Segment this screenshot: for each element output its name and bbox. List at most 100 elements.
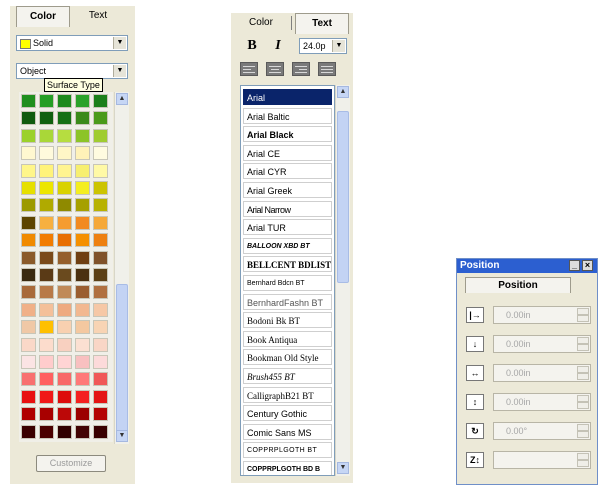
color-swatch[interactable] [39,94,54,108]
color-swatch[interactable] [57,94,72,108]
color-swatch[interactable] [93,268,108,282]
font-list-scrollbar[interactable]: ▲ ▼ [335,85,350,476]
color-swatch[interactable] [93,320,108,335]
color-swatch[interactable] [57,407,72,422]
font-list-item[interactable]: Arial [243,89,332,105]
font-list-item[interactable]: CalligraphB21 BT [243,386,332,403]
align-center-icon[interactable] [266,62,284,76]
color-swatch[interactable] [39,355,54,369]
font-list-item[interactable]: BernhardFashn BT [243,293,332,310]
spin-down-button[interactable] [577,373,589,380]
color-swatch[interactable] [39,337,54,352]
position-value-field[interactable]: 0.00in [493,335,591,353]
color-swatch[interactable] [21,268,36,282]
tab-color[interactable]: Color [16,6,70,27]
color-swatch[interactable] [75,372,90,387]
font-list-item[interactable]: Arial CYR [243,163,332,180]
font-list-item[interactable]: Bernhard Bdcn BT [243,275,332,291]
spin-up-button[interactable] [577,424,589,431]
width-icon[interactable]: ↔ [466,365,484,381]
color-swatch[interactable] [57,128,72,143]
minimize-icon[interactable]: _ [569,260,580,271]
color-swatch[interactable] [75,215,90,230]
italic-button[interactable]: I [271,38,285,54]
color-swatch[interactable] [39,181,54,195]
color-swatch[interactable] [21,146,36,161]
color-swatch[interactable] [39,233,54,248]
color-swatch[interactable] [39,389,54,404]
font-list-item[interactable]: Arial Greek [243,182,332,198]
align-right-icon[interactable] [292,62,310,76]
font-list-item[interactable]: Arial Baltic [243,107,332,124]
font-list-item[interactable]: Bodoni Bk BT [243,312,332,329]
font-list-item[interactable]: BELLCENT BDLIST B [243,256,332,273]
spin-down-button[interactable] [577,431,589,438]
color-swatch[interactable] [39,128,54,143]
font-list-item[interactable]: COPPRPLGOTH BT [243,442,332,459]
font-list-item[interactable]: Arial TUR [243,219,332,236]
customize-button[interactable]: Customize [36,455,106,472]
color-swatch[interactable] [93,111,108,126]
color-swatch[interactable] [93,198,108,213]
position-value-field[interactable]: 0.00in [493,393,591,411]
color-swatch[interactable] [39,285,54,300]
font-list-item[interactable]: Book Antiqua [243,330,332,347]
spin-up-button[interactable] [577,337,589,344]
font-list[interactable]: Arial Arial Baltic Arial Black Arial CE Aria… [240,85,335,476]
position-value-field[interactable]: 0.00° [493,422,591,440]
color-swatch[interactable] [75,146,90,161]
font-list-item[interactable]: Bookman Old Style [243,349,332,366]
color-swatch[interactable] [39,146,54,161]
scroll-thumb[interactable] [337,111,349,283]
color-swatch[interactable] [57,250,72,265]
color-swatch[interactable] [21,302,36,317]
align-justify-icon[interactable] [318,62,336,76]
color-swatch[interactable] [93,372,108,387]
scroll-down-button[interactable]: ▼ [116,430,128,442]
color-swatch[interactable] [21,111,36,126]
move-horizontal-icon[interactable]: |→ [466,307,484,323]
tab-color[interactable]: Color [235,13,287,33]
spin-up-button[interactable] [577,308,589,315]
color-swatch[interactable] [93,146,108,161]
color-swatch[interactable] [57,268,72,282]
color-swatch[interactable] [39,302,54,317]
color-swatch[interactable] [75,424,90,439]
color-swatch[interactable] [21,250,36,265]
color-swatch[interactable] [21,424,36,439]
spin-up-button[interactable] [577,453,589,460]
color-swatch[interactable] [93,424,108,439]
color-swatch[interactable] [39,424,54,439]
color-swatch[interactable] [93,250,108,265]
color-swatch[interactable] [75,285,90,300]
font-list-item[interactable]: Brush455 BT [243,368,332,384]
color-swatch[interactable] [39,198,54,213]
color-swatch[interactable] [75,337,90,352]
color-swatch[interactable] [75,355,90,369]
spin-down-button[interactable] [577,344,589,351]
tab-text[interactable]: Text [295,13,349,34]
color-swatch[interactable] [75,94,90,108]
color-swatch[interactable] [57,181,72,195]
color-swatch[interactable] [21,320,36,335]
chevron-down-icon[interactable]: ▼ [332,40,345,52]
close-icon[interactable]: × [582,260,593,271]
tab-position[interactable]: Position [465,277,571,293]
position-value-field[interactable] [493,451,591,469]
color-swatch[interactable] [39,111,54,126]
color-swatch[interactable] [57,163,72,178]
color-swatch[interactable] [75,250,90,265]
spin-down-button[interactable] [577,315,589,322]
color-swatch[interactable] [39,268,54,282]
color-swatch[interactable] [21,285,36,300]
color-swatch[interactable] [39,372,54,387]
color-swatch[interactable] [93,337,108,352]
color-swatch[interactable] [57,337,72,352]
color-swatch[interactable] [39,163,54,178]
color-swatch[interactable] [93,407,108,422]
object-select[interactable]: Object ▼ [16,63,128,79]
align-left-icon[interactable] [240,62,258,76]
color-swatch[interactable] [93,215,108,230]
color-swatch[interactable] [39,320,54,335]
scroll-up-button[interactable]: ▲ [116,93,128,105]
